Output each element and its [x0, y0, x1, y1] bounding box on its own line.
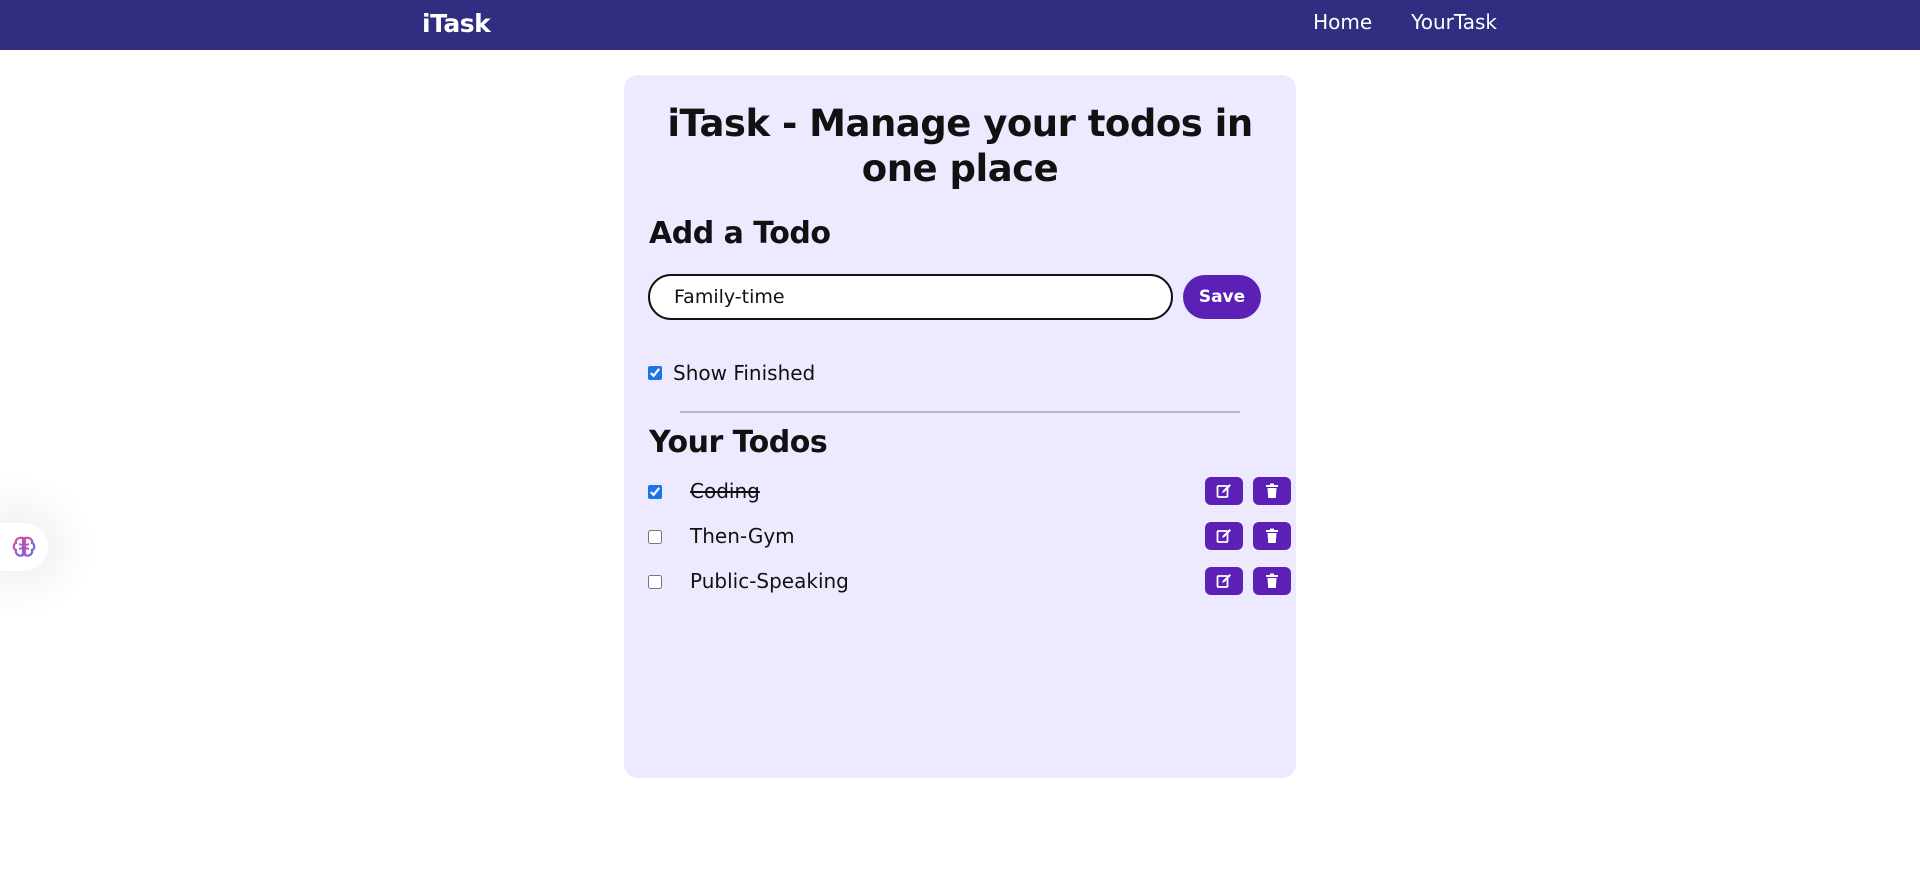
todo-text: Then-Gym	[690, 524, 795, 548]
trash-icon	[1266, 483, 1278, 498]
brain-icon	[12, 536, 36, 557]
show-finished-toggle[interactable]: Show Finished	[648, 361, 815, 385]
todo-card: iTask - Manage your todos in one place A…	[624, 75, 1296, 778]
nav-link-home[interactable]: Home	[1313, 10, 1372, 34]
edit-icon	[1216, 484, 1231, 498]
save-button[interactable]: Save	[1183, 275, 1261, 319]
edit-button[interactable]	[1205, 567, 1243, 595]
delete-button[interactable]	[1253, 477, 1291, 505]
side-widget[interactable]	[0, 523, 48, 571]
navbar: iTask Home YourTask	[0, 0, 1920, 50]
logo[interactable]: iTask	[422, 9, 491, 38]
your-todos-heading: Your Todos	[649, 425, 828, 460]
divider	[680, 411, 1240, 413]
show-finished-label: Show Finished	[673, 361, 816, 385]
todo-checkbox[interactable]	[648, 530, 662, 544]
edit-button[interactable]	[1205, 522, 1243, 550]
todo-item: Then-Gym	[648, 522, 1291, 567]
nav-link-yourtask[interactable]: YourTask	[1411, 10, 1497, 34]
todo-item: Coding	[648, 477, 1291, 522]
todo-list: Coding Then-Gym Public-Speaking	[648, 477, 1291, 612]
edit-button[interactable]	[1205, 477, 1243, 505]
page-title: iTask - Manage your todos in one place	[667, 102, 1253, 190]
todo-text: Public-Speaking	[690, 569, 849, 593]
todo-checkbox[interactable]	[648, 485, 662, 499]
edit-icon	[1216, 574, 1231, 588]
todo-text: Coding	[690, 479, 760, 503]
todo-item: Public-Speaking	[648, 567, 1291, 612]
add-todo-heading: Add a Todo	[649, 216, 831, 251]
delete-button[interactable]	[1253, 522, 1291, 550]
trash-icon	[1266, 573, 1278, 588]
trash-icon	[1266, 528, 1278, 543]
delete-button[interactable]	[1253, 567, 1291, 595]
todo-input[interactable]	[648, 274, 1173, 320]
nav-links: Home YourTask	[1313, 10, 1497, 34]
show-finished-checkbox[interactable]	[648, 366, 662, 380]
edit-icon	[1216, 529, 1231, 543]
todo-checkbox[interactable]	[648, 575, 662, 589]
